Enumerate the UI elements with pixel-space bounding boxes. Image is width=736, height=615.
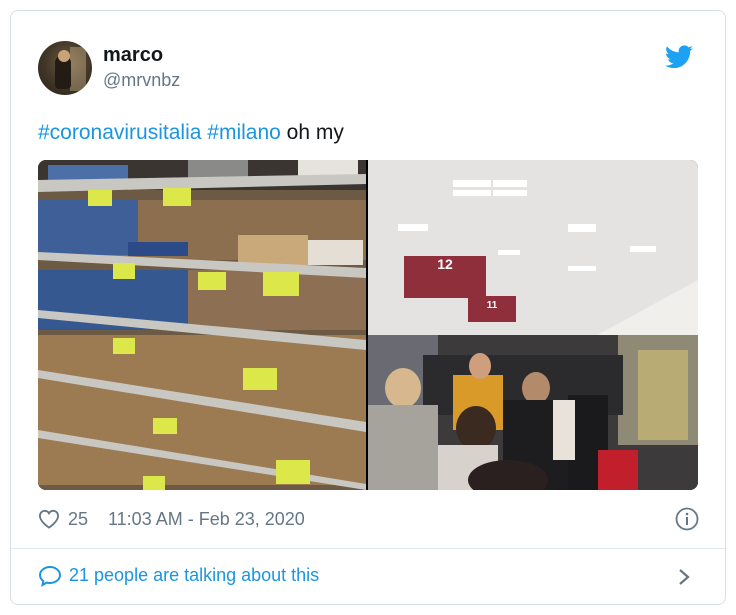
heart-icon[interactable] — [38, 509, 60, 529]
speech-bubble-icon — [38, 565, 62, 587]
tweet-meta: 25 11:03 AM - Feb 23, 2020 — [38, 507, 701, 533]
user-name[interactable]: marco — [103, 44, 163, 67]
talk-link[interactable]: 21 people are talking about this — [69, 565, 319, 586]
tweet-card[interactable]: marco @mrvnbz #coronavirusitalia #milano… — [10, 10, 726, 605]
tweet-text: #coronavirusitalia #milano oh my — [38, 119, 344, 147]
tweet-header: marco @mrvnbz — [38, 41, 701, 95]
avatar[interactable] — [38, 41, 92, 95]
aisle-sign-number-2: 11 — [487, 300, 498, 311]
info-icon[interactable] — [675, 507, 699, 531]
aisle-sign-number: 12 — [437, 256, 453, 272]
hashtag-coronavirusitalia[interactable]: #coronavirusitalia — [38, 121, 201, 144]
tweet-timestamp[interactable]: 11:03 AM - Feb 23, 2020 — [108, 509, 305, 530]
twitter-bird-icon[interactable] — [665, 45, 693, 69]
like-count: 25 — [68, 509, 89, 529]
user-handle[interactable]: @mrvnbz — [103, 70, 180, 91]
talk-link-row[interactable]: 21 people are talking about this — [38, 563, 701, 591]
chevron-right-icon[interactable] — [677, 566, 691, 588]
tweet-text-tail: oh my — [286, 121, 344, 144]
hashtag-milano[interactable]: #milano — [207, 121, 281, 144]
photo-checkout-crowd[interactable]: 12 11 — [368, 160, 698, 490]
photo-empty-shelves[interactable] — [38, 160, 366, 490]
tweet-media[interactable]: 12 11 — [38, 160, 698, 490]
divider — [11, 548, 725, 549]
